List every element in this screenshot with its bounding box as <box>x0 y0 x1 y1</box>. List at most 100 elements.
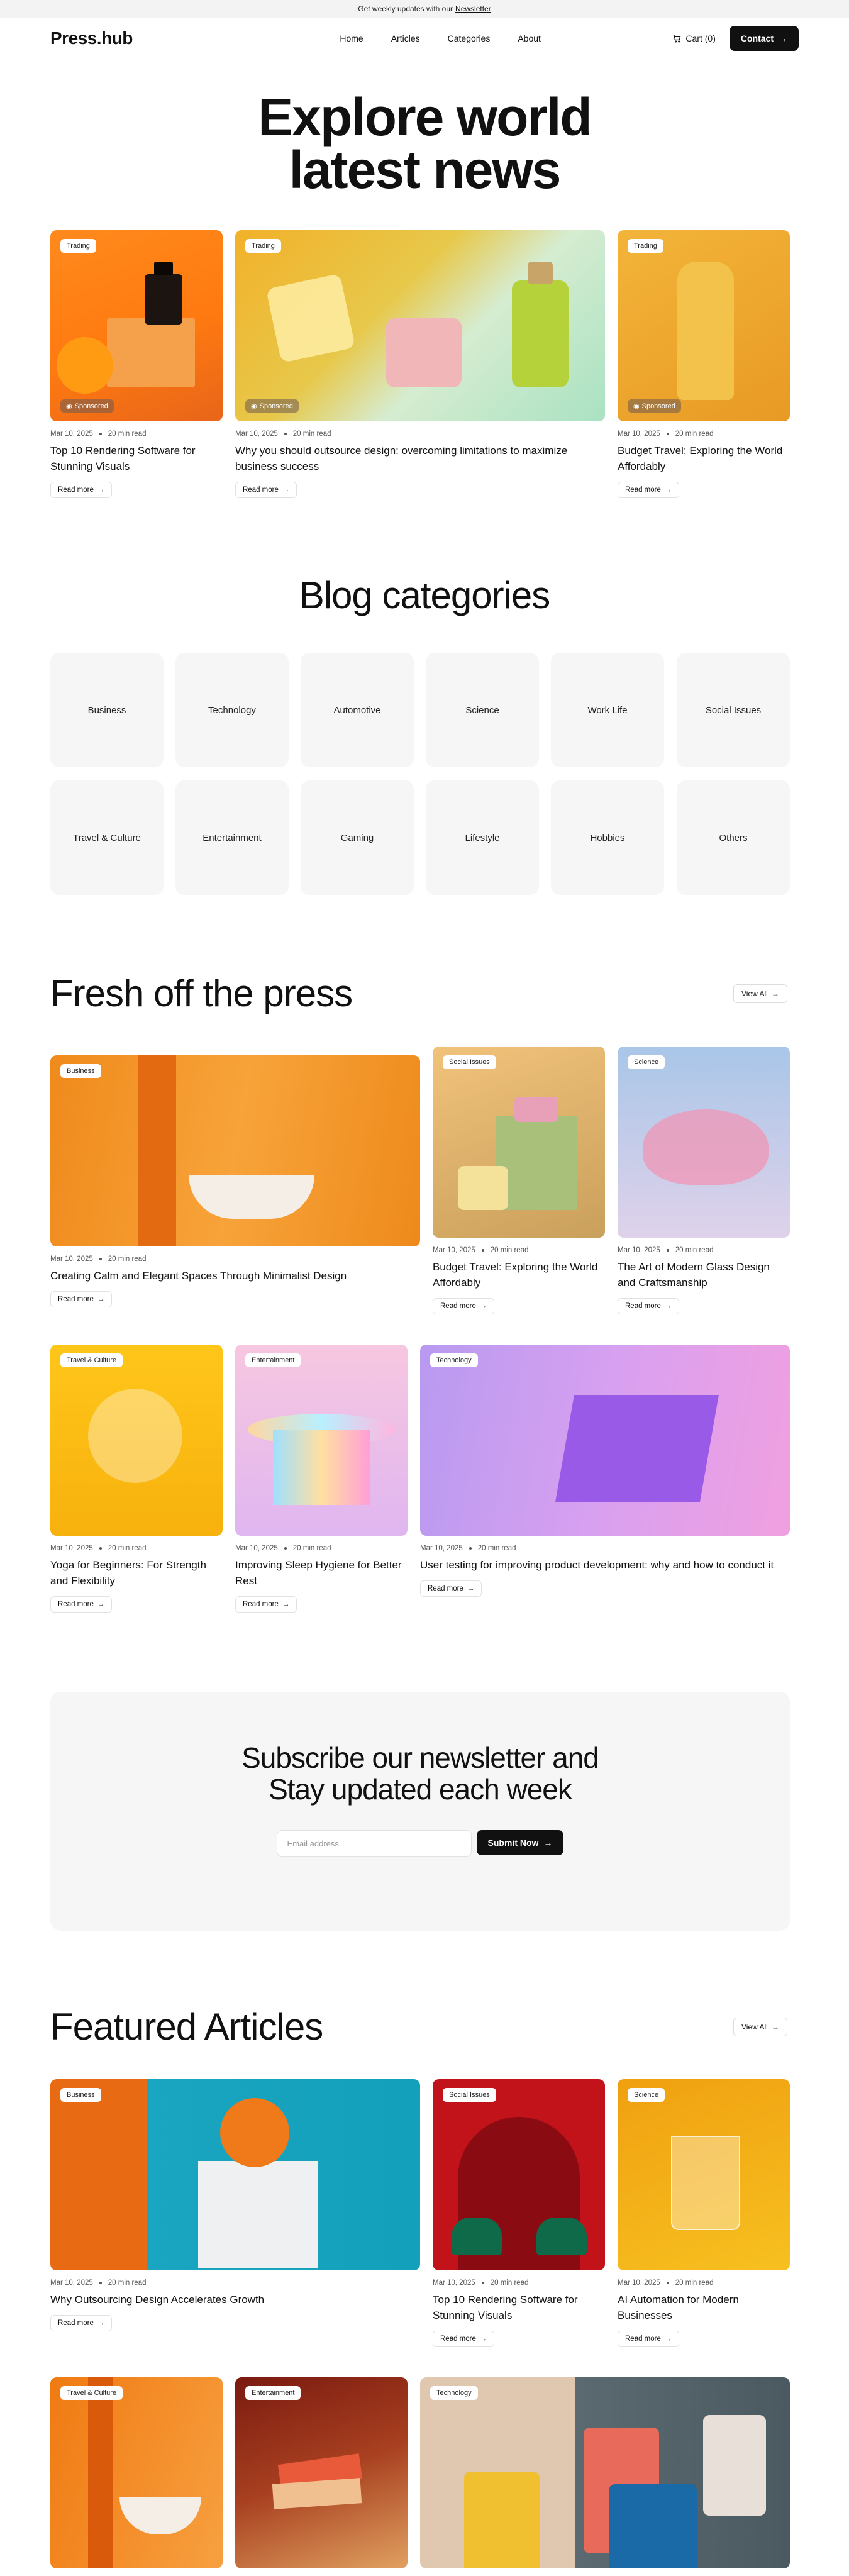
article-card[interactable]: Technology Mar 10, 2025 20 min read User … <box>420 1345 790 1597</box>
article-title[interactable]: Top 10 Rendering Software for Stunning V… <box>433 2292 605 2323</box>
article-image: Entertainment <box>235 2377 408 2568</box>
category-automotive[interactable]: Automotive <box>301 653 414 767</box>
article-card[interactable]: Science Mar 10, 2025 20 min read AI Autom… <box>618 2079 790 2347</box>
sponsored-icon: ◉ <box>66 402 72 410</box>
arrow-right-icon: → <box>779 33 787 43</box>
article-image: Technology <box>420 2377 790 2568</box>
read-more-button[interactable]: Read more → <box>50 2315 113 2331</box>
newsletter-title: Subscribe our newsletter and Stay updated… <box>241 1741 599 1806</box>
view-all-button[interactable]: View All → <box>733 984 787 1003</box>
article-card[interactable]: Business Mar 10, 2025 20 min read Creatin… <box>50 1055 420 1307</box>
article-date: Mar 10, 2025 <box>420 1545 463 1552</box>
read-more-button[interactable]: Read more → <box>50 482 113 498</box>
category-tag: Trading <box>245 239 281 253</box>
article-card[interactable]: Travel & Culture Mar 10, 2025 20 min read… <box>50 1345 223 1613</box>
contact-button[interactable]: Contact → <box>729 26 799 51</box>
category-tag: Technology <box>430 1353 478 1367</box>
category-others[interactable]: Others <box>677 780 790 895</box>
article-title[interactable]: Budget Travel: Exploring the World Affor… <box>433 1259 605 1291</box>
arrow-right-icon: → <box>664 1302 672 1310</box>
read-more-button[interactable]: Read more → <box>235 1596 297 1613</box>
nav-categories[interactable]: Categories <box>448 33 491 43</box>
article-title[interactable]: Why you should outsource design: overcom… <box>235 443 605 474</box>
arrow-right-icon: → <box>543 1838 553 1848</box>
category-entertainment[interactable]: Entertainment <box>175 780 289 895</box>
read-more-button[interactable]: Read more → <box>235 482 297 498</box>
article-card[interactable]: Entertainment <box>235 2377 408 2568</box>
article-card[interactable]: Science Mar 10, 2025 20 min read The Art … <box>618 1046 790 1314</box>
read-time: 20 min read <box>108 1545 147 1552</box>
hero-line-2: latest news <box>289 140 562 199</box>
announcement-bar: Get weekly updates with our Newsletter <box>0 0 849 18</box>
newsletter-link[interactable]: Newsletter <box>455 4 491 13</box>
article-title[interactable]: Top 10 Rendering Software for Stunning V… <box>50 443 223 474</box>
article-card[interactable]: Technology <box>420 2377 790 2568</box>
article-card[interactable]: Social Issues Mar 10, 2025 20 min read To… <box>433 2079 605 2347</box>
category-tag: Social Issues <box>443 2088 496 2102</box>
category-tag: Science <box>628 2088 665 2102</box>
article-title[interactable]: Yoga for Beginners: For Strength and Fle… <box>50 1557 223 1589</box>
submit-button[interactable]: Submit Now → <box>476 1830 564 1855</box>
article-card[interactable]: Travel & Culture <box>50 2377 223 2568</box>
article-image: Science <box>618 2079 790 2270</box>
cart-button[interactable]: Cart (0) <box>672 33 716 43</box>
article-image: Business <box>50 1055 420 1246</box>
article-title[interactable]: Creating Calm and Elegant Spaces Through… <box>50 1268 420 1284</box>
article-title[interactable]: AI Automation for Modern Businesses <box>618 2292 790 2323</box>
category-lifestyle[interactable]: Lifestyle <box>426 780 539 895</box>
view-all-button[interactable]: View All → <box>733 2018 787 2036</box>
article-card[interactable]: Trading ◉ Sponsored Mar 10, 2025 20 min re… <box>50 230 223 498</box>
nav-home[interactable]: Home <box>340 33 363 43</box>
article-date: Mar 10, 2025 <box>50 1255 93 1263</box>
arrow-right-icon: → <box>479 1302 487 1310</box>
category-technology[interactable]: Technology <box>175 653 289 767</box>
category-tag: Entertainment <box>245 2386 301 2400</box>
sponsored-badge: ◉ Sponsored <box>628 399 681 413</box>
read-more-button[interactable]: Read more → <box>50 1291 113 1307</box>
read-time: 20 min read <box>292 1545 331 1552</box>
article-title[interactable]: The Art of Modern Glass Design and Craft… <box>618 1259 790 1291</box>
category-science[interactable]: Science <box>426 653 539 767</box>
category-hobbies[interactable]: Hobbies <box>551 780 664 895</box>
category-social-issues[interactable]: Social Issues <box>677 653 790 767</box>
category-tag: Business <box>60 1064 101 1078</box>
nav-about[interactable]: About <box>518 33 541 43</box>
category-tag: Social Issues <box>443 1055 496 1069</box>
category-work-life[interactable]: Work Life <box>551 653 664 767</box>
read-more-button[interactable]: Read more → <box>618 482 680 498</box>
arrow-right-icon: → <box>479 2335 487 2343</box>
article-date: Mar 10, 2025 <box>50 2279 93 2287</box>
article-image: Social Issues <box>433 2079 605 2270</box>
article-card[interactable]: Trading ◉ Sponsored Mar 10, 2025 20 min re… <box>235 230 605 498</box>
article-card[interactable]: Social Issues Mar 10, 2025 20 min read Bu… <box>433 1046 605 1314</box>
category-travel-culture[interactable]: Travel & Culture <box>50 780 164 895</box>
site-logo[interactable]: Press.hub <box>50 28 133 48</box>
email-input[interactable]: Email address <box>276 1830 472 1857</box>
nav-articles[interactable]: Articles <box>391 33 420 43</box>
cart-label: Cart (0) <box>685 33 716 43</box>
sponsored-badge: ◉ Sponsored <box>245 399 299 413</box>
article-title[interactable]: User testing for improving product devel… <box>420 1557 790 1573</box>
read-more-button[interactable]: Read more → <box>433 2331 495 2347</box>
read-time: 20 min read <box>675 430 714 438</box>
article-card[interactable]: Entertainment Mar 10, 2025 20 min read Im… <box>235 1345 408 1613</box>
read-more-button[interactable]: Read more → <box>618 2331 680 2347</box>
article-image: Travel & Culture <box>50 2377 223 2568</box>
read-more-button[interactable]: Read more → <box>420 1580 482 1597</box>
read-time: 20 min read <box>108 2279 147 2287</box>
article-date: Mar 10, 2025 <box>618 430 660 438</box>
read-more-button[interactable]: Read more → <box>433 1298 495 1314</box>
article-title[interactable]: Why Outsourcing Design Accelerates Growt… <box>50 2292 420 2307</box>
category-business[interactable]: Business <box>50 653 164 767</box>
arrow-right-icon: → <box>282 1601 290 1608</box>
category-tag: Technology <box>430 2386 478 2400</box>
category-gaming[interactable]: Gaming <box>301 780 414 895</box>
article-card[interactable]: Trading ◉ Sponsored Mar 10, 2025 20 min re… <box>618 230 790 498</box>
article-card[interactable]: Business Mar 10, 2025 20 min read Why Out… <box>50 2079 420 2331</box>
read-more-button[interactable]: Read more → <box>50 1596 113 1613</box>
read-more-button[interactable]: Read more → <box>618 1298 680 1314</box>
article-title[interactable]: Improving Sleep Hygiene for Better Rest <box>235 1557 408 1589</box>
article-title[interactable]: Budget Travel: Exploring the World Affor… <box>618 443 790 474</box>
article-image: Travel & Culture <box>50 1345 223 1536</box>
read-time: 20 min read <box>490 1246 529 1254</box>
